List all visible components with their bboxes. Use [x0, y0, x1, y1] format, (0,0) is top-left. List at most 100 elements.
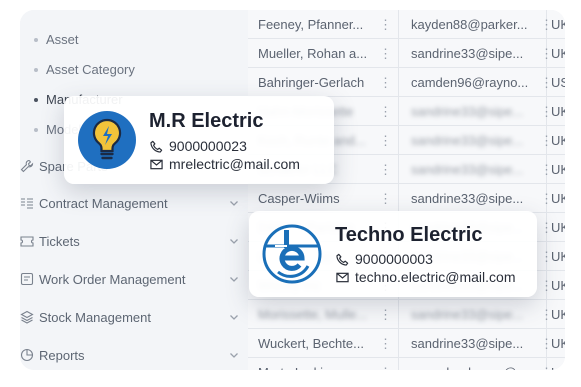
manufacturer-name-cell[interactable]: Bahringer-Gerlach: [258, 75, 376, 90]
sidebar-item-label: Stock Management: [39, 309, 152, 325]
sidebar-item-label: Contract Management: [39, 195, 168, 211]
column-menu-icon[interactable]: ⋮: [379, 336, 392, 352]
country-cell: US: [551, 75, 565, 90]
company-name: Techno Electric: [335, 224, 483, 246]
ticket-icon: [20, 236, 34, 247]
table-row[interactable]: Morissette, Mulle... ⋮ sandrine33@sipe... ⋮…: [248, 300, 565, 329]
table-row[interactable]: Wuckert, Bechte... ⋮ sandrine33@sipe... ⋮ UK: [248, 329, 565, 358]
column-menu-icon[interactable]: ⋮: [540, 133, 553, 149]
email-cell: sandrine33@sipe...: [411, 104, 524, 119]
contract-icon: [21, 198, 33, 209]
phone-icon: [336, 253, 349, 266]
bullet-icon: [34, 98, 38, 102]
column-menu-icon[interactable]: ⋮: [379, 133, 392, 149]
country-cell: UK: [551, 17, 565, 32]
country-cell: UK: [551, 336, 565, 351]
country-cell: UK: [551, 46, 565, 61]
sidebar-item-tickets[interactable]: Tickets: [20, 229, 248, 253]
layers-icon: [20, 310, 34, 324]
sidebar-subitem-label: Asset: [46, 32, 79, 47]
sidebar-subitem-asset-category[interactable]: Asset Category: [34, 60, 135, 80]
country-cell: UK: [551, 162, 565, 177]
manufacturer-table: Feeney, Pfanner... ⋮ kayden88@parker... ⋮ UK…: [248, 10, 565, 370]
email-cell: sandrine33@sipe...: [411, 307, 524, 322]
table-row[interactable]: Mertz-Larkin⋮paucek.rahsaan@...⋮UK: [248, 358, 565, 370]
column-menu-icon[interactable]: ⋮: [540, 104, 553, 120]
chevron-down-icon: [230, 353, 238, 358]
sidebar-item-stock-management[interactable]: Stock Management: [20, 305, 248, 329]
mail-icon: [336, 272, 349, 282]
column-menu-icon[interactable]: ⋮: [379, 162, 392, 178]
contact-card-techno-electric[interactable]: Techno Electric 9000000003 techno.electr…: [249, 211, 537, 297]
manufacturer-name-cell[interactable]: Mueller, Rohan a...: [258, 46, 376, 61]
manufacturer-name-cell[interactable]: Wuckert, Bechte...: [258, 336, 376, 351]
table-row[interactable]: Bahringer-Gerlach ⋮ camden96@rayno... ⋮ US: [248, 68, 565, 97]
app-window: Asset Asset Category Manufacturer Model …: [20, 10, 565, 370]
column-menu-icon[interactable]: ⋮: [540, 17, 553, 33]
column-menu-icon[interactable]: ⋮: [379, 104, 392, 120]
column-menu-icon[interactable]: ⋮: [540, 162, 553, 178]
column-menu-icon[interactable]: ⋮: [379, 307, 392, 323]
sidebar-subitem-label: Asset Category: [46, 62, 135, 77]
email-cell: paucek.rahsaan@...: [411, 365, 536, 370]
email-cell: kayden88@parker...: [411, 17, 528, 32]
column-menu-icon[interactable]: ⋮: [379, 17, 392, 33]
bullet-icon: [34, 38, 38, 42]
column-menu-icon[interactable]: ⋮: [540, 220, 553, 236]
email-cell: sandrine33@sipe...: [411, 162, 524, 177]
manufacturer-name-cell[interactable]: Casper-Wiims: [258, 191, 376, 206]
column-menu-icon[interactable]: ⋮: [540, 365, 553, 370]
chevron-down-icon: [230, 277, 238, 282]
phone-icon: [150, 140, 163, 153]
bullet-icon: [34, 68, 38, 72]
column-menu-icon[interactable]: ⋮: [379, 46, 392, 62]
country-cell: UK: [551, 191, 565, 206]
lightbulb-icon: [78, 111, 136, 169]
phone-line: 9000000023: [150, 138, 247, 154]
sidebar-subitem-asset[interactable]: Asset: [34, 30, 79, 50]
table-row[interactable]: Mueller, Rohan a... ⋮ sandrine33@sipe... ⋮ U…: [248, 39, 565, 68]
sidebar-item-reports[interactable]: Reports: [20, 343, 248, 367]
chevron-down-icon: [230, 239, 238, 244]
column-menu-icon[interactable]: ⋮: [540, 278, 553, 294]
table-row[interactable]: Feeney, Pfanner... ⋮ kayden88@parker... ⋮ UK: [248, 10, 565, 39]
column-menu-icon[interactable]: ⋮: [540, 46, 553, 62]
column-menu-icon[interactable]: ⋮: [540, 336, 553, 352]
chevron-down-icon: [230, 315, 238, 320]
email-line: techno.electric@mail.com: [336, 269, 516, 285]
column-menu-icon[interactable]: ⋮: [540, 249, 553, 265]
company-name: M.R Electric: [149, 110, 264, 132]
country-cell: UK: [551, 249, 565, 264]
sidebar-item-label: Tickets: [39, 233, 80, 249]
email-cell: sandrine33@sipe...: [411, 336, 524, 351]
phone-number: 9000000003: [355, 251, 433, 267]
bullet-icon: [34, 128, 38, 132]
email-cell: sandrine33@sipe...: [411, 133, 524, 148]
country-cell: UK: [551, 307, 565, 322]
table-row[interactable]: Casper-Wiims ⋮ sandrine33@sipe... ⋮ UK: [248, 184, 565, 213]
column-menu-icon[interactable]: ⋮: [379, 365, 392, 370]
sidebar-item-contract-management[interactable]: Contract Management: [20, 191, 248, 215]
techno-electric-logo-icon: [262, 224, 322, 284]
email-line: mrelectric@mail.com: [150, 156, 300, 172]
email-cell: sandrine33@sipe...: [411, 191, 524, 206]
mail-icon: [150, 159, 163, 169]
contact-card-mr-electric[interactable]: M.R Electric 9000000023 mrelectric@mail.…: [64, 96, 334, 184]
wrench-icon: [20, 159, 34, 173]
country-cell: UK: [551, 220, 565, 235]
column-menu-icon[interactable]: ⋮: [540, 191, 553, 207]
column-menu-icon[interactable]: ⋮: [379, 75, 392, 91]
sidebar-item-work-order-management[interactable]: Work Order Management: [20, 267, 248, 291]
sidebar-item-label: Reports: [39, 347, 85, 363]
column-menu-icon[interactable]: ⋮: [540, 75, 553, 91]
country-cell: UK: [551, 278, 565, 293]
column-menu-icon[interactable]: ⋮: [379, 191, 392, 207]
column-menu-icon[interactable]: ⋮: [540, 307, 553, 323]
manufacturer-name-cell[interactable]: Morissette, Mulle...: [258, 307, 376, 322]
phone-line: 9000000003: [336, 251, 433, 267]
email-cell: camden96@rayno...: [411, 75, 529, 90]
email-address: techno.electric@mail.com: [355, 269, 516, 285]
manufacturer-name-cell[interactable]: Feeney, Pfanner...: [258, 17, 376, 32]
country-cell: UK: [551, 133, 565, 148]
manufacturer-name-cell[interactable]: Mertz-Larkin: [258, 365, 376, 370]
